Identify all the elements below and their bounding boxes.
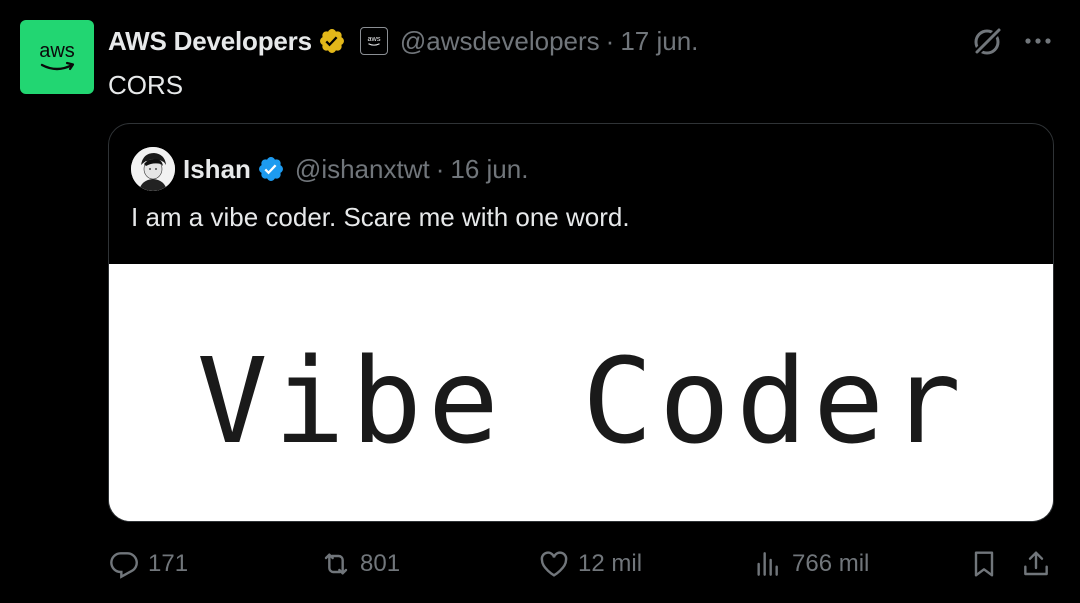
quoted-text: I am a vibe coder. Scare me with one wor…: [131, 202, 630, 232]
separator-dot: ·: [605, 25, 615, 56]
verified-gold-icon[interactable]: [318, 27, 346, 55]
verified-blue-icon[interactable]: [257, 155, 285, 183]
share-icon: [1024, 551, 1048, 576]
author-handle[interactable]: @awsdevelopers: [400, 26, 600, 57]
author-avatar[interactable]: aws: [20, 20, 94, 94]
like-count: 12 mil: [578, 550, 643, 577]
image-handwritten-text: Vibe Coder: [197, 332, 967, 470]
aws-logo: aws: [39, 40, 75, 71]
bookmark-icon: [974, 551, 994, 577]
repost-button[interactable]: 801: [320, 544, 400, 584]
repost-icon: [324, 553, 348, 575]
bookmark-button[interactable]: [968, 544, 1000, 584]
author-name[interactable]: AWS Developers: [108, 26, 312, 57]
like-icon: [540, 551, 568, 577]
quoted-post[interactable]: Ishan @ishanxtwt · 16 jun. I am a vibe c…: [108, 123, 1054, 522]
quoted-avatar[interactable]: [131, 147, 175, 191]
aws-affiliate-icon: aws: [367, 34, 381, 46]
like-button[interactable]: 12 mil: [538, 544, 642, 584]
share-button[interactable]: [1020, 544, 1052, 584]
post-date[interactable]: 17 jun.: [620, 26, 698, 57]
quoted-handle[interactable]: @ishanxtwt: [295, 154, 430, 185]
more-icon[interactable]: [1022, 28, 1054, 54]
reply-count: 171: [148, 550, 189, 577]
vibe-coder-image: Vibe Coder: [109, 264, 1053, 521]
reply-button[interactable]: 171: [108, 544, 188, 584]
views-icon: [757, 552, 778, 576]
affiliate-badge-text: aws: [367, 34, 380, 43]
quoted-separator-dot: ·: [435, 153, 445, 184]
action-bar: 171 801 12 mil 766 mil: [108, 544, 1054, 584]
repost-count: 801: [360, 550, 401, 577]
quoted-header: Ishan @ishanxtwt · 16 jun.: [131, 146, 528, 192]
quoted-avatar-image: [131, 147, 175, 191]
quoted-date[interactable]: 16 jun.: [450, 154, 528, 185]
aws-logo-text: aws: [39, 40, 75, 62]
views-count: 766 mil: [792, 550, 870, 577]
quoted-image[interactable]: Vibe Coder: [109, 264, 1053, 521]
post-text: CORS: [108, 70, 184, 100]
affiliate-badge[interactable]: aws: [359, 27, 388, 55]
quoted-author-name[interactable]: Ishan: [183, 154, 251, 185]
views-button[interactable]: 766 mil: [752, 544, 869, 584]
grok-icon[interactable]: [970, 24, 1004, 58]
reply-icon: [110, 552, 138, 579]
post-header: AWS Developers aws @awsdevelopers · 17 j…: [108, 24, 698, 58]
